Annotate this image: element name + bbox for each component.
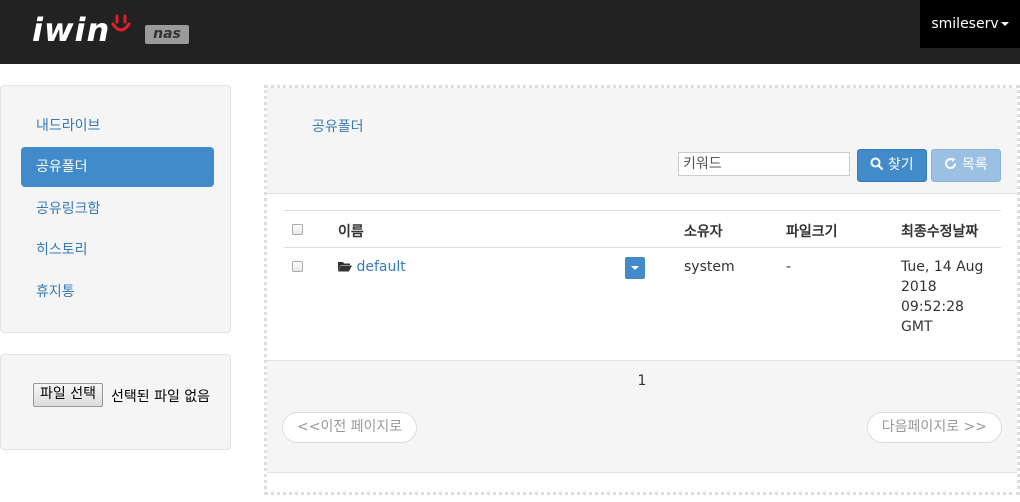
sidebar-item-history[interactable]: 히스토리 bbox=[21, 230, 214, 270]
upload-panel: 파일 선택 선택된 파일 없음 bbox=[0, 354, 231, 450]
caret-down-icon bbox=[1000, 22, 1009, 26]
smile-logo-icon bbox=[111, 14, 131, 40]
modified-cell: Tue, 14 Aug 2018 09:52:28 GMT bbox=[901, 257, 1001, 337]
sidebar-item-my-drive[interactable]: 내드라이브 bbox=[21, 106, 214, 146]
row-checkbox[interactable] bbox=[292, 261, 303, 272]
search-button[interactable]: 찾기 bbox=[857, 149, 927, 182]
table-row: default system - Tue, 14 Aug 2018 09:52:… bbox=[284, 248, 1001, 335]
modified-line-3: GMT bbox=[901, 319, 933, 335]
sidebar-item-shared-folder[interactable]: 공유폴더 bbox=[21, 147, 214, 187]
sidebar-item-shared-links[interactable]: 공유링크함 bbox=[21, 189, 214, 229]
choose-file-button[interactable]: 파일 선택 bbox=[33, 383, 103, 407]
next-page-button[interactable]: 다음페이지로 >> bbox=[866, 412, 1002, 443]
iwin-logo[interactable]: iwin bbox=[32, 10, 131, 50]
logo-text: iwin bbox=[32, 11, 111, 49]
user-menu-dropdown[interactable]: smileserv bbox=[920, 0, 1020, 48]
size-cell: - bbox=[786, 259, 792, 275]
modified-line-1: Tue, 14 Aug bbox=[901, 259, 984, 275]
username: smileserv bbox=[931, 16, 999, 32]
file-status-text: 선택된 파일 없음 bbox=[111, 389, 211, 405]
file-name-cell: default bbox=[338, 257, 406, 277]
caret-down-icon bbox=[631, 266, 639, 270]
list-button-label: 목록 bbox=[961, 157, 988, 173]
sidebar-item-trash[interactable]: 휴지통 bbox=[21, 272, 214, 312]
page-number[interactable]: 1 bbox=[267, 373, 1017, 389]
search-icon bbox=[870, 157, 887, 173]
column-size[interactable]: 파일크기 bbox=[786, 221, 838, 241]
search-button-label: 찾기 bbox=[887, 157, 914, 173]
file-table: 이름 소유자 파일크기 최종수정날짜 default system - Tue,… bbox=[267, 194, 1017, 360]
select-all-checkbox[interactable] bbox=[292, 224, 303, 235]
row-actions-dropdown[interactable] bbox=[625, 257, 645, 279]
refresh-icon bbox=[944, 157, 961, 173]
list-button[interactable]: 목록 bbox=[931, 149, 1001, 182]
pagination-panel: 1 <<이전 페이지로 다음페이지로 >> bbox=[267, 360, 1017, 473]
column-owner[interactable]: 소유자 bbox=[684, 221, 723, 241]
main-toolbar: 공유폴더 찾기 목록 bbox=[267, 88, 1017, 194]
owner-cell: system bbox=[684, 259, 735, 275]
table-header: 이름 소유자 파일크기 최종수정날짜 bbox=[284, 210, 1001, 248]
top-navbar: iwin nas smileserv bbox=[0, 0, 1020, 64]
modified-line-2: 2018 09:52:28 bbox=[901, 279, 964, 315]
sidebar: 내드라이브 공유폴더 공유링크함 히스토리 휴지통 bbox=[0, 85, 231, 333]
nas-badge: nas bbox=[145, 25, 189, 44]
column-name[interactable]: 이름 bbox=[338, 221, 364, 241]
file-link[interactable]: default bbox=[356, 259, 405, 275]
search-input[interactable] bbox=[678, 152, 850, 176]
column-modified[interactable]: 최종수정날짜 bbox=[901, 221, 978, 241]
main-panel: 공유폴더 찾기 목록 bbox=[264, 85, 1020, 495]
folder-open-icon bbox=[338, 259, 356, 275]
breadcrumb[interactable]: 공유폴더 bbox=[312, 116, 364, 136]
prev-page-button[interactable]: <<이전 페이지로 bbox=[282, 412, 418, 443]
